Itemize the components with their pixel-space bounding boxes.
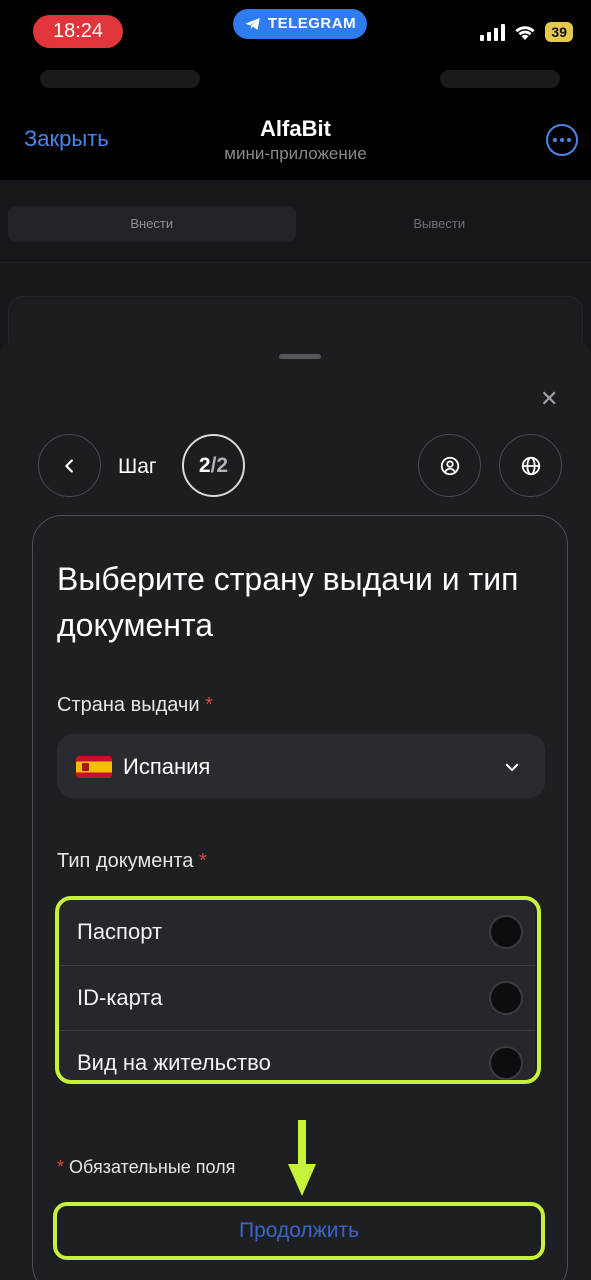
header-backdrop <box>40 70 200 88</box>
required-mark: * <box>198 850 207 872</box>
continue-button[interactable]: Продолжить <box>53 1202 545 1260</box>
step-total: 2 <box>216 454 229 477</box>
status-bar: 18:24 TELEGRAM 39 <box>0 0 591 62</box>
back-button[interactable] <box>38 434 101 497</box>
required-mark: * <box>57 1157 65 1177</box>
telegram-icon <box>245 18 260 30</box>
step-current: 2 <box>198 454 211 477</box>
country-select-value: Испания <box>123 754 211 779</box>
telegram-badge-label: TELEGRAM <box>267 15 357 32</box>
doc-type-label-text: Тип документа <box>57 850 194 872</box>
header-backdrop <box>440 70 560 88</box>
system-icons: 39 <box>480 22 573 42</box>
profile-button[interactable] <box>418 434 481 497</box>
mini-app-header: Закрыть AlfaBit мини-приложение <box>0 62 591 180</box>
language-button[interactable] <box>499 434 562 497</box>
status-time: 18:24 <box>33 15 123 48</box>
tab-withdraw: Вывести <box>413 216 466 231</box>
back-icon <box>64 458 73 473</box>
country-label-text: Страна выдачи <box>57 694 200 716</box>
sheet-grabber[interactable] <box>279 354 321 359</box>
app-title: AlfaBit <box>260 116 331 141</box>
close-icon[interactable]: ✕ <box>540 388 558 410</box>
profile-icon <box>440 456 459 475</box>
more-icon[interactable] <box>546 124 578 156</box>
country-label: Страна выдачи * <box>57 694 213 717</box>
chevron-down-icon <box>505 763 519 771</box>
wifi-icon <box>515 26 536 40</box>
signal-icon <box>480 23 506 41</box>
doc-type-highlight <box>55 896 541 1084</box>
globe-icon <box>521 456 540 475</box>
spain-flag-icon <box>76 756 112 778</box>
app-subtitle: мини-приложение <box>224 144 367 163</box>
step-label: Шаг <box>118 455 157 478</box>
form-title: Выберите страну выдачи и тип документа <box>57 561 519 643</box>
telegram-badge[interactable]: TELEGRAM <box>233 9 367 39</box>
required-note: * Обязательные поля <box>57 1157 235 1178</box>
divider <box>0 262 591 263</box>
doc-type-label: Тип документа * <box>57 850 207 873</box>
required-note-text: Обязательные поля <box>69 1157 236 1177</box>
required-mark: * <box>205 694 213 716</box>
country-select[interactable]: Испания <box>57 734 545 798</box>
battery-icon: 39 <box>545 22 573 42</box>
arrow-down-icon <box>288 1120 316 1196</box>
step-counter: 2/2 <box>182 434 245 497</box>
deposit-withdraw-tabs: Внести Вывести <box>8 206 583 242</box>
tab-deposit: Внести <box>8 206 296 242</box>
